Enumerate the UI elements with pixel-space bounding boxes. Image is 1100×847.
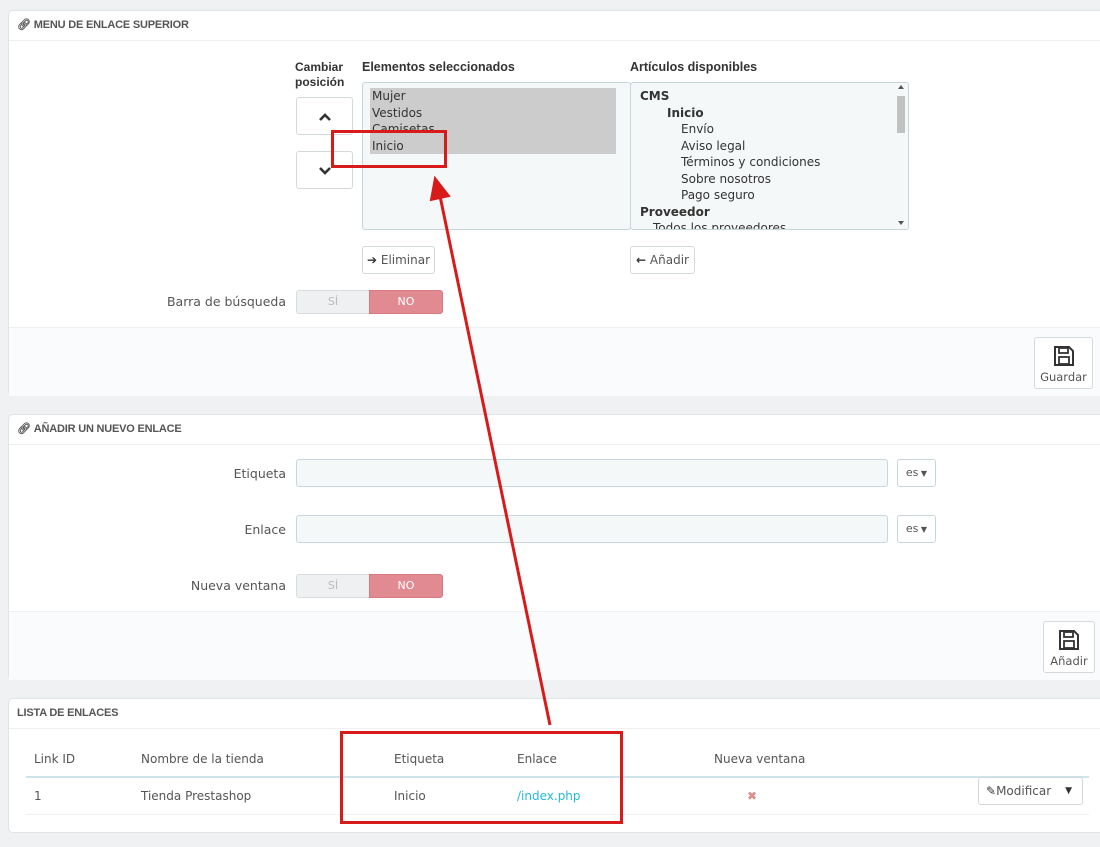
link-field-label: Enlace (244, 522, 286, 537)
list-item[interactable]: CMS (640, 88, 669, 105)
column-header: Nueva ventana (713, 741, 987, 778)
save-button[interactable]: Guardar (1034, 337, 1093, 389)
edit-button[interactable]: ✎Modificar ▼ (978, 777, 1083, 805)
column-header: Enlace (516, 741, 713, 778)
toggle-no[interactable]: NO (369, 290, 443, 314)
cell-link[interactable]: /index.php (516, 777, 713, 815)
toggle-no[interactable]: NO (369, 574, 443, 598)
cell-label: Inicio (393, 777, 516, 815)
chevron-up-icon (318, 113, 331, 121)
toggle-yes[interactable]: SÍ (296, 290, 370, 314)
toggle-yes[interactable]: SÍ (296, 574, 370, 598)
remove-button[interactable]: ➔ Eliminar (362, 246, 435, 274)
add-link-button[interactable]: Añadir (1043, 621, 1095, 673)
link-url[interactable]: /index.php (517, 789, 581, 803)
arrow-right-icon: ➔ (366, 253, 378, 267)
top-link-menu-panel: 🔗︎ MENU DE ENLACE SUPERIOR Cambiar posici… (8, 10, 1100, 396)
column-header: Etiqueta (393, 741, 516, 778)
available-items-header: Artículos disponibles (630, 60, 758, 74)
search-bar-toggle[interactable]: SÍ NO (296, 290, 444, 314)
scroll-down-arrow[interactable] (898, 221, 904, 225)
search-bar-label: Barra de búsqueda (166, 294, 286, 309)
caret-down-icon: ▼ (918, 469, 928, 478)
chevron-down-icon (318, 167, 331, 175)
link-icon: 🔗︎ (17, 19, 31, 31)
arrow-left-icon: ← (636, 253, 647, 267)
move-down-button[interactable] (296, 151, 353, 189)
move-up-button[interactable] (296, 97, 353, 135)
pencil-icon: ✎ (986, 784, 997, 798)
cell-link-id: 1 (26, 777, 140, 815)
link-input[interactable] (296, 515, 888, 543)
list-item[interactable]: Sobre nosotros (681, 171, 771, 188)
panel-title: AÑADIR UN NUEVO ENLACE (33, 423, 182, 435)
caret-down-icon: ▼ (918, 525, 928, 534)
label-field-label: Etiqueta (233, 466, 286, 481)
list-item[interactable]: Inicio (372, 138, 404, 155)
panel-footer: Guardar (9, 327, 1100, 396)
panel-footer: Añadir (9, 611, 1100, 680)
change-position-label: Cambiar posición (295, 60, 345, 89)
new-window-toggle[interactable]: SÍ NO (296, 574, 444, 598)
cell-shop-name: Tienda Prestashop (140, 777, 393, 815)
panel-heading: 🔗︎ AÑADIR UN NUEVO ENLACE (9, 415, 1100, 445)
scroll-thumb[interactable] (897, 96, 905, 133)
add-new-link-panel: 🔗︎ AÑADIR UN NUEVO ENLACE Etiqueta es ▼ E… (8, 414, 1100, 680)
scrollbar[interactable] (895, 83, 908, 229)
list-item[interactable]: Camisetas (372, 121, 435, 138)
cell-new-window: ✖ (713, 777, 987, 815)
caret-down-icon[interactable]: ▼ (1065, 778, 1072, 804)
table-row: 1 Tienda Prestashop Inicio /index.php ✖ (26, 777, 1089, 815)
available-items-list[interactable]: CMS Inicio Envío Aviso legal Términos y … (630, 82, 909, 230)
scroll-up-arrow[interactable] (898, 85, 904, 89)
selected-items-header: Elementos seleccionados (362, 60, 515, 74)
link-language-select[interactable]: es ▼ (897, 515, 936, 543)
list-item[interactable]: Términos y condiciones (681, 154, 820, 171)
floppy-disk-icon (1059, 630, 1079, 650)
close-icon: ✖ (747, 789, 758, 803)
list-item[interactable]: Envío (681, 121, 714, 138)
link-icon: 🔗︎ (17, 423, 31, 435)
list-item[interactable]: Aviso legal (681, 138, 745, 155)
selected-items-list[interactable]: Mujer Vestidos Camisetas Inicio (362, 82, 631, 230)
panel-heading: 🔗︎ MENU DE ENLACE SUPERIOR (9, 11, 1100, 41)
list-item[interactable]: Mujer (372, 88, 406, 105)
list-item[interactable]: Inicio (667, 105, 704, 122)
floppy-disk-icon (1053, 346, 1074, 366)
panel-title: MENU DE ENLACE SUPERIOR (33, 19, 189, 31)
list-item[interactable]: Vestidos (372, 105, 422, 122)
label-input[interactable] (296, 459, 888, 487)
list-item[interactable]: Todos los proveedores (653, 220, 786, 229)
column-header-actions (987, 741, 1089, 778)
list-item[interactable]: Proveedor (640, 204, 710, 221)
table-header-row: Link ID Nombre de la tienda Etiqueta Enl… (26, 741, 1089, 778)
label-language-select[interactable]: es ▼ (897, 459, 936, 487)
links-list-panel: LISTA DE ENLACES Link ID Nombre de la ti… (8, 698, 1100, 833)
list-item[interactable]: Pago seguro (681, 187, 755, 204)
panel-heading: LISTA DE ENLACES (9, 699, 1100, 729)
column-header: Nombre de la tienda (140, 741, 393, 778)
links-table: Link ID Nombre de la tienda Etiqueta Enl… (26, 741, 1089, 815)
new-window-label: Nueva ventana (190, 578, 286, 593)
add-item-button[interactable]: ← Añadir (630, 246, 695, 274)
column-header: Link ID (26, 741, 140, 778)
panel-title: LISTA DE ENLACES (17, 707, 119, 719)
